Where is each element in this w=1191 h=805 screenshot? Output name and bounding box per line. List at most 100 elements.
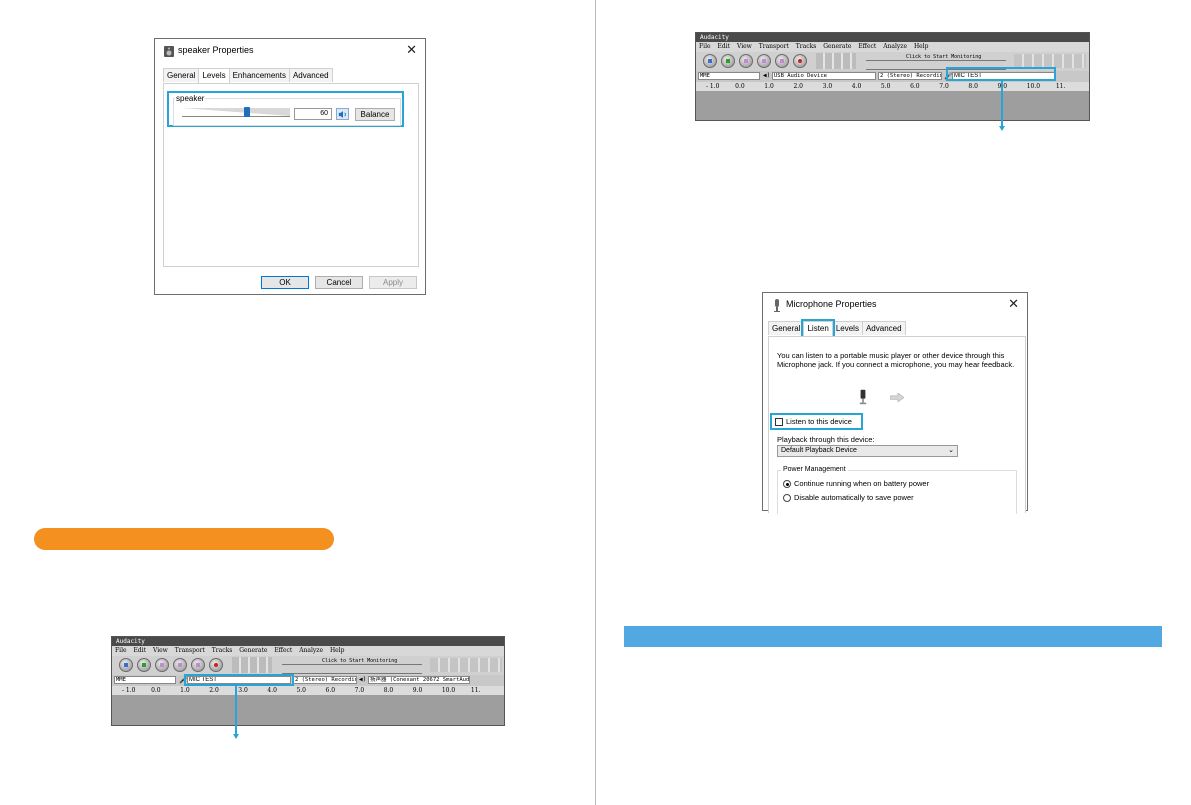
pointer-arrow-line bbox=[235, 686, 237, 734]
arrow-right-icon bbox=[890, 393, 904, 402]
stop-button[interactable] bbox=[739, 54, 753, 68]
audio-host-select[interactable]: MME bbox=[114, 676, 176, 684]
record-button[interactable] bbox=[209, 658, 223, 672]
audacity-titlebar: Audacity bbox=[112, 637, 504, 646]
stop-button[interactable] bbox=[155, 658, 169, 672]
volume-slider-track[interactable] bbox=[182, 108, 290, 117]
pointer-arrow-head bbox=[233, 734, 239, 739]
skip-start-button[interactable] bbox=[173, 658, 187, 672]
menu-tracks[interactable]: Tracks bbox=[796, 43, 817, 50]
timeline-ruler[interactable]: - 1.00.01.02.03.04.05.06.07.08.09.010.01… bbox=[112, 686, 504, 695]
recording-channels-select[interactable]: 2 (Stereo) Recordin bbox=[293, 676, 357, 684]
section-banner-orange bbox=[34, 528, 334, 550]
playback-device-select[interactable]: Default Playback Device ⌄ bbox=[777, 445, 958, 457]
playback-device-select[interactable]: 扬声器 (Conexant 20672 SmartAud bbox=[368, 676, 470, 684]
playback-device-select[interactable]: USB Audio Device bbox=[772, 72, 876, 80]
tab-general[interactable]: General bbox=[768, 321, 805, 335]
ruler-tick-label: 6.0 bbox=[325, 687, 336, 694]
menu-effect[interactable]: Effect bbox=[274, 647, 292, 654]
tab-levels[interactable]: Levels bbox=[198, 68, 230, 83]
close-icon[interactable]: ✕ bbox=[406, 42, 417, 58]
play-button[interactable] bbox=[137, 658, 151, 672]
menu-generate[interactable]: Generate bbox=[823, 43, 851, 50]
speaker-icon bbox=[338, 111, 346, 118]
listen-checkbox-label[interactable]: Listen to this device bbox=[786, 417, 852, 426]
menu-effect[interactable]: Effect bbox=[858, 43, 876, 50]
menu-analyze[interactable]: Analyze bbox=[883, 43, 907, 50]
radio-selected-icon bbox=[783, 480, 791, 489]
levels-panel: speaker 60 Balance bbox=[163, 83, 419, 267]
ruler-tick-label: 0.0 bbox=[735, 83, 745, 90]
volume-slider-thumb[interactable] bbox=[243, 107, 250, 117]
audacity-window: Audacity File Edit View Transport Tracks… bbox=[111, 636, 505, 726]
edit-toolbar bbox=[1014, 54, 1086, 68]
speaker-icon: ◀) bbox=[359, 676, 367, 683]
speaker-properties-dialog: speaker Properties ✕ General Levels Enha… bbox=[154, 38, 426, 295]
skip-end-button[interactable] bbox=[775, 54, 789, 68]
track-area bbox=[112, 695, 504, 725]
menu-bar: File Edit View Transport Tracks Generate… bbox=[696, 42, 1089, 52]
menu-file[interactable]: File bbox=[115, 647, 127, 654]
chevron-down-icon: ⌄ bbox=[948, 447, 954, 454]
dialog-title: speaker Properties bbox=[178, 45, 254, 55]
tab-general[interactable]: General bbox=[163, 68, 200, 82]
cancel-button[interactable]: Cancel bbox=[315, 276, 363, 289]
listen-checkbox[interactable] bbox=[775, 418, 783, 426]
power-option-disable[interactable]: Disable automatically to save power bbox=[783, 493, 914, 503]
menu-transport[interactable]: Transport bbox=[759, 43, 789, 50]
playback-meter[interactable] bbox=[282, 667, 422, 674]
ruler-tick-label: 7.0 bbox=[354, 687, 365, 694]
tab-levels[interactable]: Levels bbox=[831, 321, 863, 335]
ok-button[interactable]: OK bbox=[261, 276, 309, 289]
tools-toolbar bbox=[232, 657, 272, 673]
tab-advanced[interactable]: Advanced bbox=[861, 321, 906, 335]
menu-help[interactable]: Help bbox=[914, 43, 929, 50]
record-button[interactable] bbox=[793, 54, 807, 68]
menu-transport[interactable]: Transport bbox=[175, 647, 205, 654]
ruler-tick-label: 10.0 bbox=[1026, 83, 1041, 90]
recording-channels-select[interactable]: 2 (Stereo) Recordin bbox=[878, 72, 942, 80]
speaker-icon: ◀) bbox=[763, 72, 771, 79]
skip-start-button[interactable] bbox=[757, 54, 771, 68]
transport-toolbar: Click to Start Monitoring bbox=[112, 656, 504, 675]
tab-advanced[interactable]: Advanced bbox=[288, 68, 333, 82]
ruler-tick-label: 11. bbox=[1055, 83, 1066, 90]
menu-view[interactable]: View bbox=[153, 647, 168, 654]
apply-button[interactable]: Apply bbox=[369, 276, 417, 289]
menu-file[interactable]: File bbox=[699, 43, 711, 50]
timeline-ruler[interactable]: - 1.00.01.02.03.04.05.06.07.08.09.010.01… bbox=[696, 82, 1089, 91]
skip-end-button[interactable] bbox=[191, 658, 205, 672]
ruler-tick-label: 3.0 bbox=[238, 687, 248, 694]
tab-strip: General Listen Levels Advanced bbox=[768, 319, 906, 338]
power-management-label: Power Management bbox=[781, 466, 848, 473]
level-value-field[interactable]: 60 bbox=[294, 108, 332, 120]
tab-listen[interactable]: Listen bbox=[801, 319, 835, 338]
ruler-tick-label: - 1.0 bbox=[122, 687, 136, 694]
menu-view[interactable]: View bbox=[737, 43, 752, 50]
pause-button[interactable] bbox=[703, 54, 717, 68]
playback-label: Playback through this device: bbox=[777, 435, 875, 444]
power-option-continue-label: Continue running when on battery power bbox=[794, 479, 930, 488]
group-label: speaker bbox=[175, 94, 206, 103]
menu-help[interactable]: Help bbox=[330, 647, 345, 654]
menu-analyze[interactable]: Analyze bbox=[299, 647, 323, 654]
ruler-tick-label: 7.0 bbox=[939, 83, 949, 90]
left-page: speaker Properties ✕ General Levels Enha… bbox=[0, 0, 595, 805]
monitor-meter[interactable]: Click to Start Monitoring bbox=[866, 54, 1006, 61]
mute-button[interactable] bbox=[336, 108, 349, 120]
pause-button[interactable] bbox=[119, 658, 133, 672]
tab-enhancements[interactable]: Enhancements bbox=[228, 68, 290, 82]
close-icon[interactable]: ✕ bbox=[1008, 296, 1019, 312]
ruler-tick-label: 0.0 bbox=[151, 687, 161, 694]
power-option-continue[interactable]: Continue running when on battery power bbox=[783, 479, 930, 489]
balance-button[interactable]: Balance bbox=[355, 108, 395, 121]
menu-generate[interactable]: Generate bbox=[239, 647, 267, 654]
ruler-tick-label: 3.0 bbox=[822, 83, 833, 90]
audio-host-select[interactable]: MME bbox=[698, 72, 760, 80]
menu-tracks[interactable]: Tracks bbox=[212, 647, 233, 654]
menu-edit[interactable]: Edit bbox=[717, 43, 730, 50]
power-option-disable-label: Disable automatically to save power bbox=[794, 493, 914, 502]
play-button[interactable] bbox=[721, 54, 735, 68]
monitor-meter[interactable]: Click to Start Monitoring bbox=[282, 658, 422, 665]
menu-edit[interactable]: Edit bbox=[133, 647, 146, 654]
